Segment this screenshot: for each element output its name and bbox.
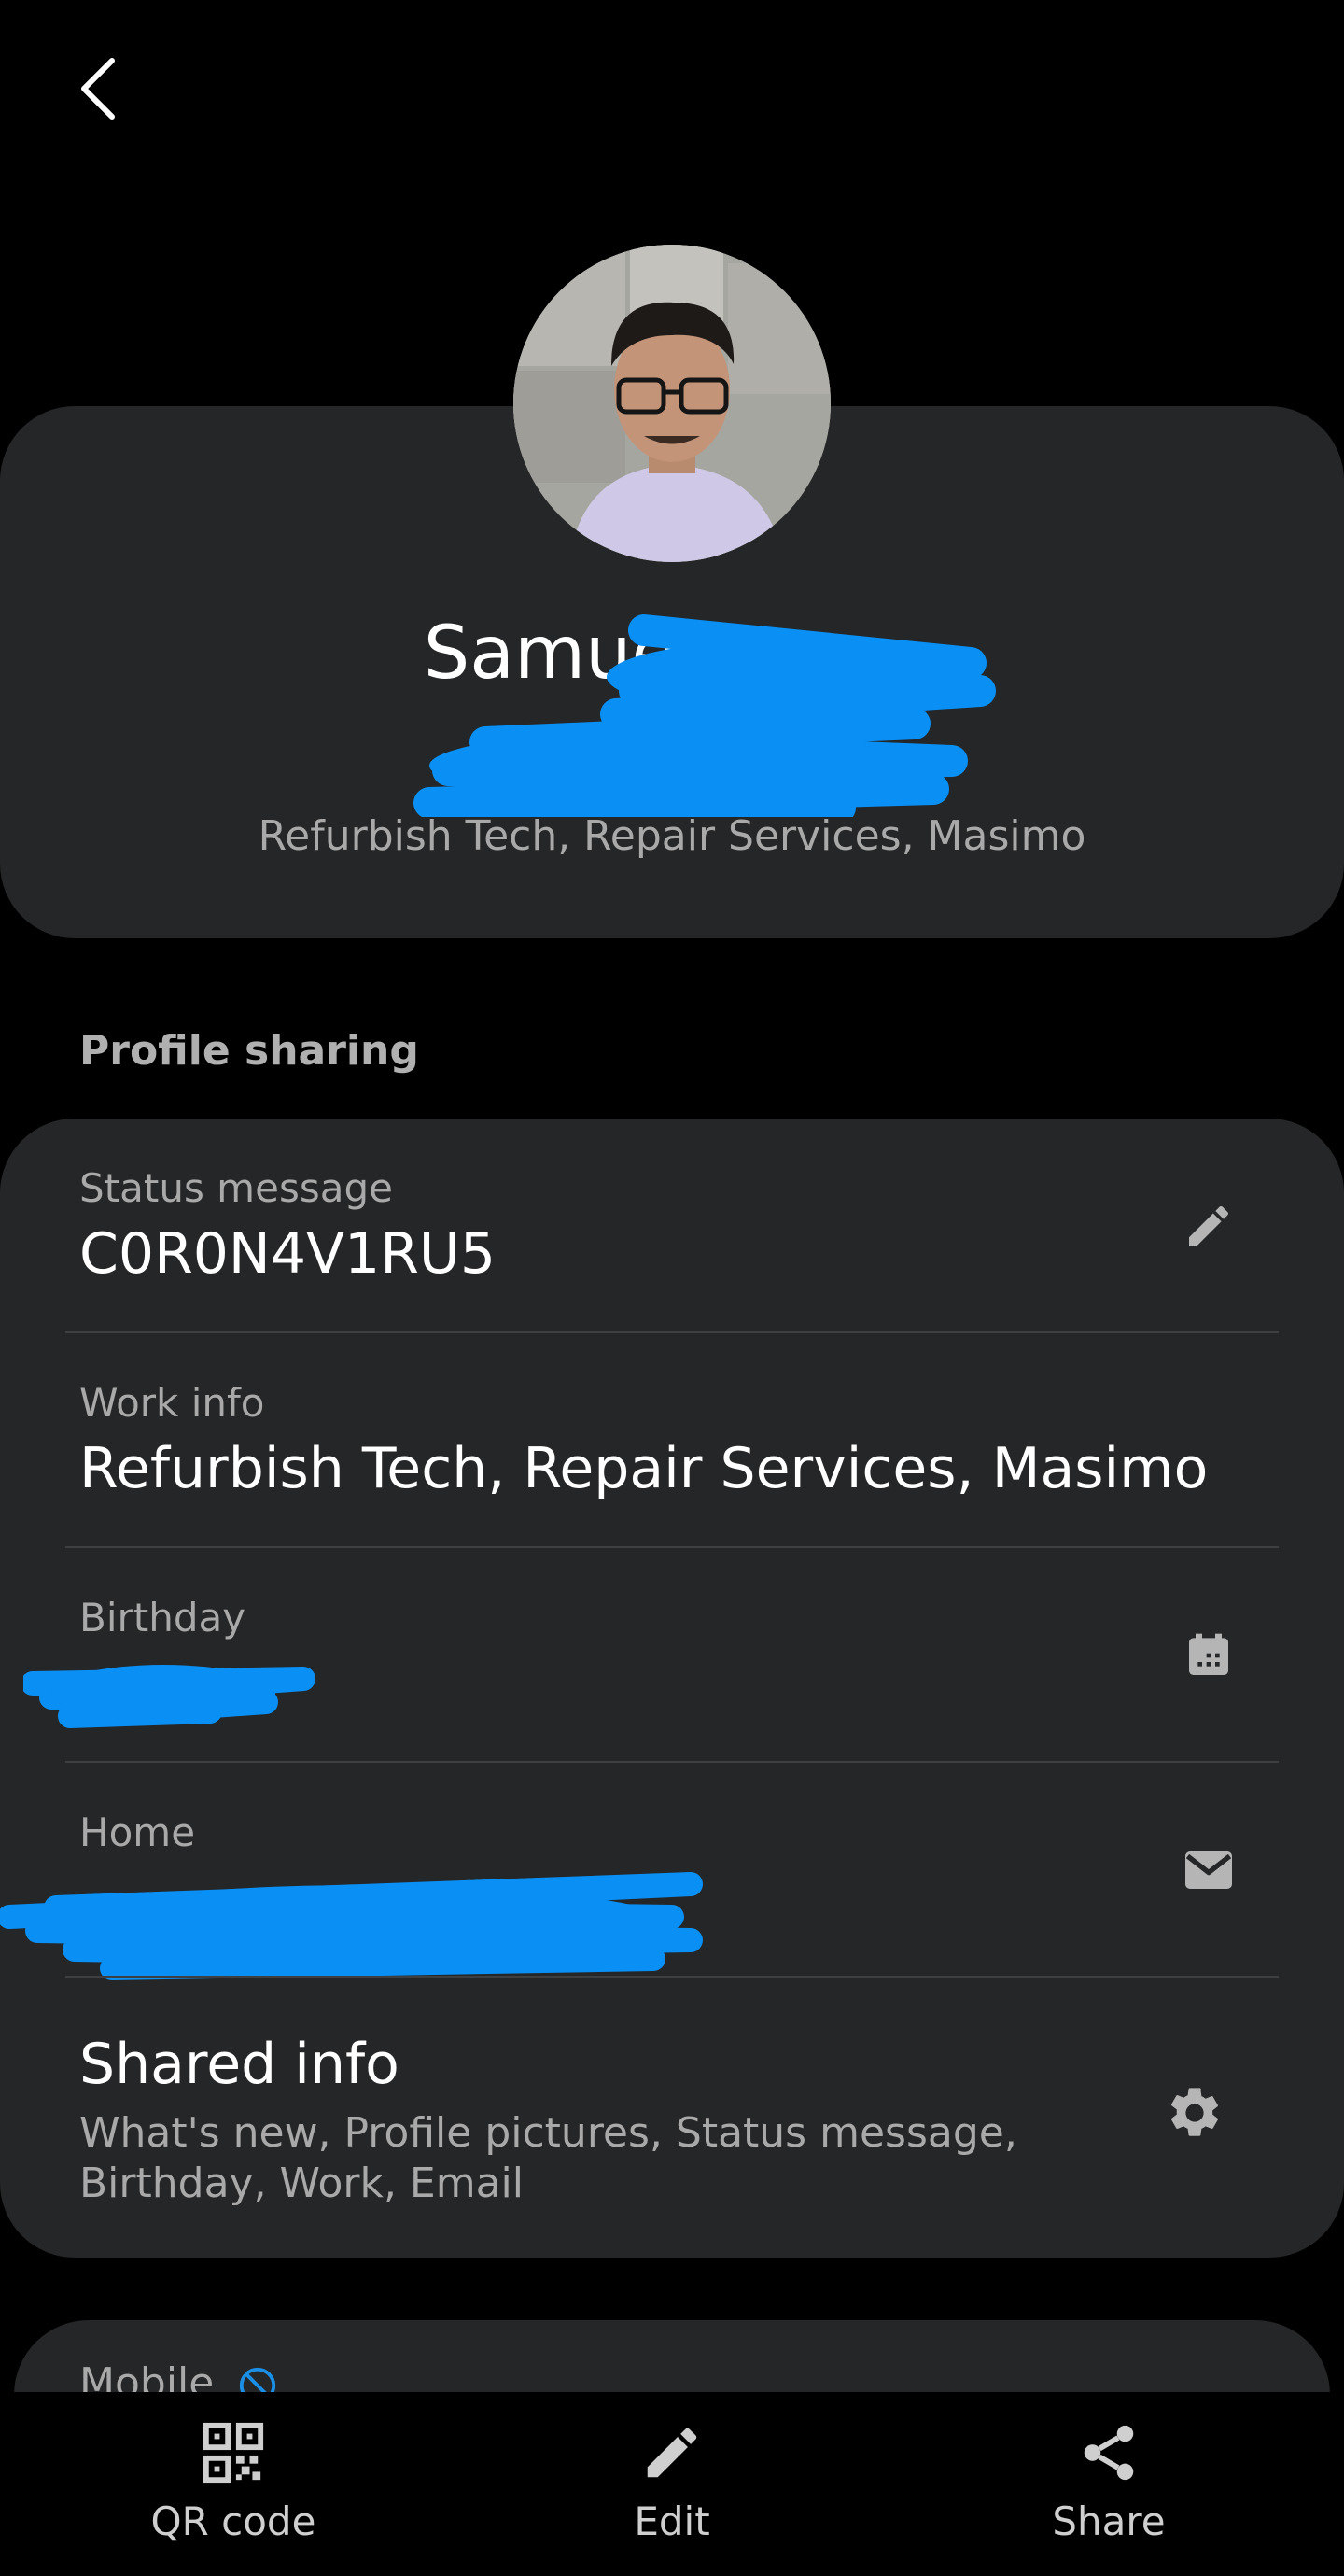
edit-button[interactable]: Edit (532, 2420, 812, 2560)
redaction-scribble (0, 1872, 703, 1980)
status-message-row[interactable]: Status message C0R0N4V1RU5 (0, 1119, 1344, 1331)
home-row[interactable]: Home (0, 1763, 1344, 1980)
qr-code-label: QR code (150, 2499, 316, 2544)
chevron-left-icon (81, 58, 115, 120)
birthday-row[interactable]: Birthday (0, 1548, 1344, 1761)
work-info-label: Work info (79, 1380, 265, 1426)
status-message-label: Status message (79, 1165, 393, 1211)
pencil-icon (647, 2428, 697, 2478)
share-button[interactable]: Share (969, 2420, 1249, 2560)
section-title: Profile sharing (79, 1027, 419, 1075)
shared-info-row[interactable]: Shared info What's new, Profile pictures… (0, 1978, 1344, 2258)
shared-info-settings-button[interactable] (1162, 2080, 1227, 2146)
share-label: Share (1052, 2499, 1166, 2544)
redaction-scribble (23, 1665, 315, 1728)
profile-name: Samuel (423, 612, 697, 696)
avatar[interactable] (513, 245, 831, 562)
back-button[interactable] (65, 56, 131, 121)
mail-icon (1185, 1851, 1232, 1889)
qr-code-button[interactable]: QR code (93, 2420, 373, 2560)
status-message-value: C0R0N4V1RU5 (79, 1221, 496, 1287)
birthday-label: Birthday (79, 1595, 246, 1640)
profile-subtitle: Refurbish Tech, Repair Services, Masimo (258, 812, 1086, 860)
pencil-icon (1189, 1205, 1229, 1246)
qr-code-icon (203, 2422, 264, 2484)
shared-info-title: Shared info (79, 2032, 399, 2097)
work-info-value: Refurbish Tech, Repair Services, Masimo (79, 1436, 1209, 1501)
bottom-nav: QR code Edit Share (0, 2392, 1344, 2576)
edit-status-button[interactable] (1176, 1193, 1241, 1259)
home-label: Home (79, 1809, 196, 1855)
shared-info-description: What's new, Profile pictures, Status mes… (79, 2109, 1017, 2207)
edit-label: Edit (634, 2499, 710, 2544)
email-button[interactable] (1176, 1837, 1241, 1903)
calendar-button[interactable] (1176, 1623, 1241, 1688)
profile-sharing-card: Status message C0R0N4V1RU5 Work info Ref… (0, 1119, 1344, 2258)
gear-icon (1170, 2088, 1218, 2136)
work-info-row[interactable]: Work info Refurbish Tech, Repair Service… (0, 1333, 1344, 1546)
calendar-icon (1189, 1633, 1228, 1675)
share-icon (1084, 2425, 1134, 2481)
